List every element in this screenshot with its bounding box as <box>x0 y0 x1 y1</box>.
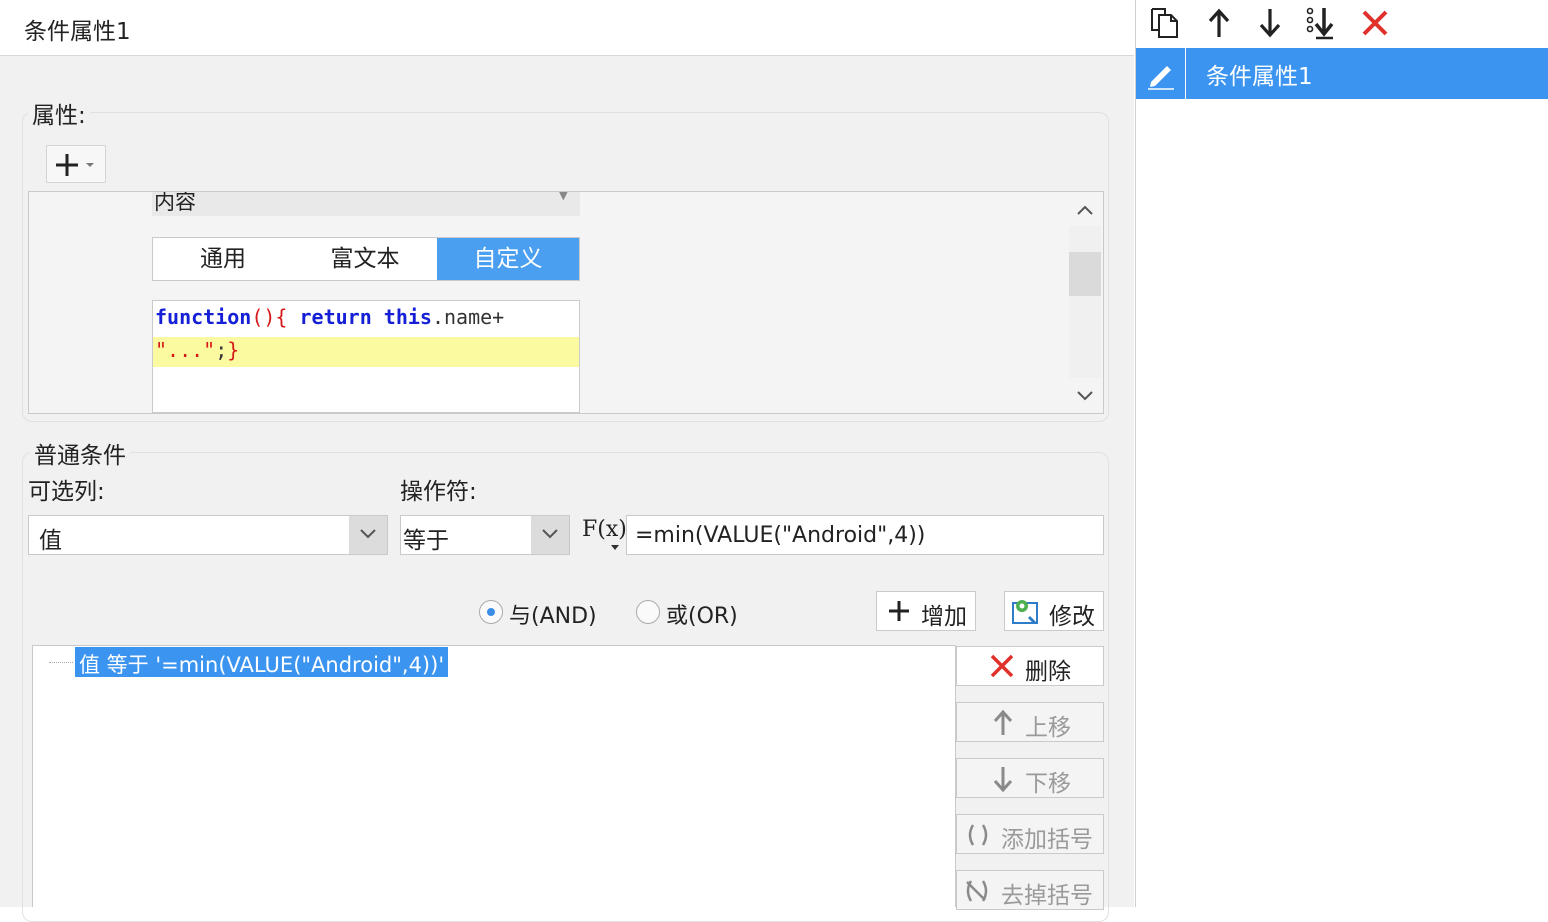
move-bottom-icon[interactable] <box>1304 6 1338 40</box>
scroll-up-icon[interactable] <box>1073 198 1097 222</box>
attribute-scrollbar[interactable] <box>1069 192 1101 413</box>
code-line-1: function(){ return this.name+ <box>155 305 505 329</box>
content-label: 内容 <box>154 191 196 214</box>
tab-custom[interactable]: 自定义 <box>437 238 579 280</box>
arrow-up-icon <box>993 709 1013 735</box>
content-mode-tabs: 通用 富文本 自定义 <box>152 237 580 281</box>
radio-unselected-icon <box>636 600 660 624</box>
chevron-down-icon: ▼ <box>558 191 568 202</box>
delete-icon[interactable] <box>1358 6 1392 40</box>
arrow-down-icon[interactable] <box>1253 6 1287 40</box>
plus-dropdown-icon <box>56 154 94 176</box>
add-bracket-label: 添加括号 <box>1001 827 1093 853</box>
and-label: 与(AND) <box>509 604 597 629</box>
delete-label: 删除 <box>1025 659 1071 685</box>
delete-condition-button[interactable]: 删除 <box>956 646 1104 686</box>
add-label: 增加 <box>921 604 967 630</box>
arrow-down-icon <box>993 767 1013 793</box>
bracket-icon <box>968 824 988 846</box>
column-dropdown-button[interactable] <box>349 516 387 554</box>
edit-icon-cell <box>1136 48 1186 99</box>
formula-fx-button[interactable]: F(x) <box>582 514 627 554</box>
tab-general[interactable]: 通用 <box>153 238 293 280</box>
modify-icon <box>1012 600 1038 625</box>
or-label: 或(OR) <box>666 604 738 629</box>
add-attribute-button[interactable] <box>46 145 106 183</box>
attribute-panel: 内容 ▼ 通用 富文本 自定义 function(){ return this.… <box>28 191 1104 414</box>
column-select[interactable]: 值 <box>28 515 388 555</box>
column-select-value: 值 <box>39 528 62 554</box>
move-down-button[interactable]: 下移 <box>956 758 1104 798</box>
chevron-down-icon <box>360 529 376 539</box>
list-toolbar <box>1136 0 1548 48</box>
move-up-label: 上移 <box>1025 715 1071 741</box>
condition-list-item-label: 条件属性1 <box>1206 64 1313 90</box>
condition-name[interactable]: 条件属性1 <box>24 12 131 46</box>
scroll-down-icon[interactable] <box>1073 384 1097 408</box>
plus-icon <box>889 601 909 621</box>
operator-select[interactable]: 等于 <box>400 515 570 555</box>
add-bracket-button[interactable]: 添加括号 <box>956 814 1104 854</box>
tab-rich-text[interactable]: 富文本 <box>293 238 437 280</box>
remove-bracket-button[interactable]: 去掉括号 <box>956 870 1104 910</box>
condition-editor-panel: 条件属性1 属性: 内容 ▼ 通用 富文本 自定义 function(){ re… <box>0 0 1134 922</box>
move-down-label: 下移 <box>1025 771 1071 797</box>
add-condition-button[interactable]: 增加 <box>876 591 976 631</box>
scroll-thumb[interactable] <box>1069 252 1101 296</box>
modify-label: 修改 <box>1049 604 1095 630</box>
arrow-up-icon[interactable] <box>1202 6 1236 40</box>
custom-code-editor[interactable]: function(){ return this.name+ "...";} <box>152 300 580 413</box>
operator-label: 操作符: <box>400 479 477 505</box>
fx-icon: F(x) <box>582 517 627 542</box>
operator-dropdown-button[interactable] <box>531 516 569 554</box>
modify-condition-button[interactable]: 修改 <box>1004 591 1104 631</box>
condition-list-item[interactable]: 条件属性1 <box>1136 48 1548 99</box>
condition-list-panel: 条件属性1 <box>1135 0 1548 907</box>
remove-bracket-icon <box>966 880 988 902</box>
formula-input[interactable]: =min(VALUE("Android",4)) <box>626 515 1104 555</box>
condition-tree[interactable]: 值 等于 '=min(VALUE("Android",4))' <box>32 645 956 907</box>
pencil-icon <box>1148 66 1174 90</box>
operator-select-value: 等于 <box>403 528 449 554</box>
attributes-legend: 属性: <box>28 96 90 130</box>
scroll-track <box>1069 226 1101 378</box>
move-up-button[interactable]: 上移 <box>956 702 1104 742</box>
chevron-down-icon <box>542 529 558 539</box>
column-label: 可选列: <box>28 479 105 505</box>
conditions-legend: 普通条件 <box>30 436 130 470</box>
remove-bracket-label: 去掉括号 <box>1001 883 1093 909</box>
copy-icon[interactable] <box>1148 6 1182 40</box>
caret-down-icon <box>611 545 619 550</box>
condition-tree-node[interactable]: 值 等于 '=min(VALUE("Android",4))' <box>75 647 449 677</box>
content-attribute-select[interactable]: 内容 ▼ <box>152 191 580 216</box>
radio-selected-icon <box>479 600 503 624</box>
delete-icon <box>990 654 1014 678</box>
code-line-2: "...";} <box>153 337 579 367</box>
tree-connector <box>49 662 73 663</box>
title-bar: 条件属性1 <box>0 0 1134 56</box>
